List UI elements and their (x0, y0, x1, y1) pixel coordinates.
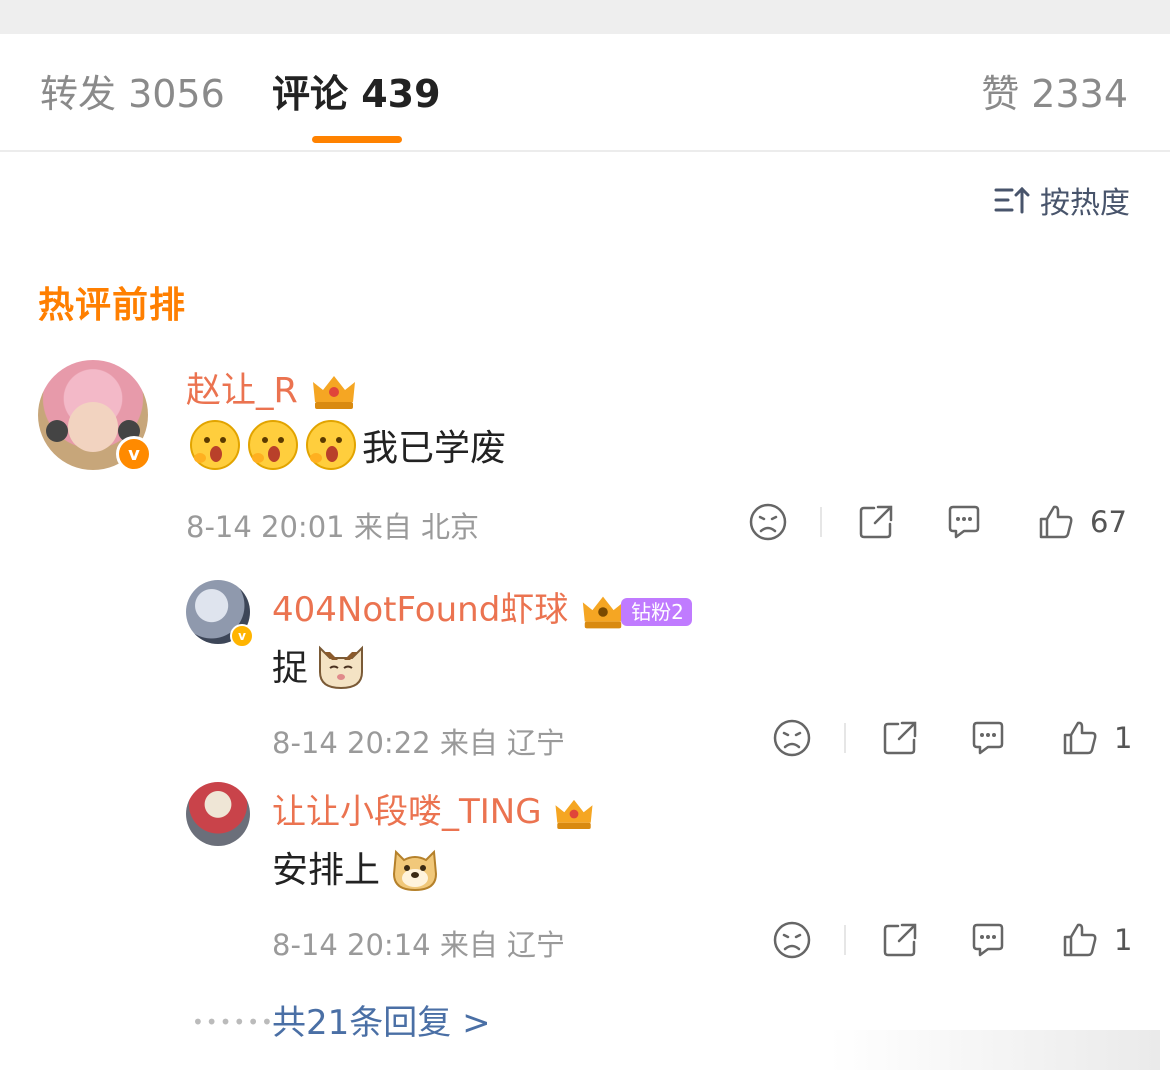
reply-text: 捉 (272, 648, 309, 689)
reply-content: 安排上 (272, 840, 446, 894)
comment-text: 我已学废 (362, 428, 507, 469)
tab-likes[interactable]: 赞 2334 (981, 70, 1128, 118)
share-icon[interactable] (880, 920, 920, 960)
crown-icon (555, 799, 593, 829)
comment-content: 我已学废 (188, 418, 506, 472)
active-tab-indicator (312, 136, 402, 143)
reply-text: 安排上 (272, 850, 381, 891)
separator (820, 507, 822, 537)
watermark (830, 1030, 1160, 1070)
reply-meta: 8-14 20:14 来自 辽宁 (272, 928, 566, 962)
sort-icon (994, 186, 1030, 214)
comment-icon[interactable] (944, 502, 984, 542)
section-title: 热评前排 (38, 285, 187, 326)
divider (0, 150, 1170, 152)
surprised-emoji-icon (306, 420, 356, 470)
surprised-emoji-icon (190, 420, 240, 470)
like-count: 67 (1090, 505, 1127, 539)
like-icon[interactable] (1060, 920, 1100, 960)
reply-author-name: 让让小段喽_TING (272, 792, 542, 832)
comment-icon[interactable] (968, 718, 1008, 758)
reply-meta: 8-14 20:22 来自 辽宁 (272, 726, 566, 760)
comment-author-name: 赵让_R (186, 371, 298, 411)
verified-badge-icon: v (116, 436, 152, 472)
top-bar (0, 0, 1170, 34)
fan-level-badge: 钻粉2 (621, 597, 692, 626)
share-icon[interactable] (880, 718, 920, 758)
reply-author[interactable]: 404NotFound虾球 钻粉2 (272, 582, 692, 632)
comment-icon[interactable] (968, 920, 1008, 960)
reply-content: 捉 (272, 638, 372, 692)
avatar[interactable] (186, 782, 250, 846)
cat-emoji-icon (319, 645, 364, 690)
reply-author[interactable]: 让让小段喽_TING (272, 784, 596, 834)
dislike-icon[interactable] (772, 920, 812, 960)
verified-badge-icon: v (230, 624, 254, 648)
comment-actions: 67 (748, 502, 1127, 542)
crown-icon (582, 596, 624, 628)
share-icon[interactable] (856, 502, 896, 542)
tab-repost[interactable]: 转发 3056 (40, 70, 225, 118)
tab-comments[interactable]: 评论 439 (272, 70, 441, 118)
reply-actions: 1 (772, 718, 1132, 758)
like-count: 1 (1114, 721, 1133, 755)
reply-actions: 1 (772, 920, 1132, 960)
sort-label: 按热度 (1040, 186, 1130, 221)
dislike-icon[interactable] (748, 502, 788, 542)
crown-icon (312, 376, 355, 409)
comment-meta: 8-14 20:01 来自 北京 (186, 510, 480, 544)
ellipsis-dots: •••••• (192, 1010, 275, 1034)
like-icon[interactable] (1060, 718, 1100, 758)
like-count: 1 (1114, 923, 1133, 957)
surprised-emoji-icon (248, 420, 298, 470)
sort-button[interactable]: 按热度 (994, 178, 1130, 222)
doge-emoji-icon (393, 849, 438, 892)
like-icon[interactable] (1036, 502, 1076, 542)
dislike-icon[interactable] (772, 718, 812, 758)
reply-author-name: 404NotFound虾球 (272, 590, 569, 630)
separator (844, 723, 846, 753)
comment-author[interactable]: 赵让_R (186, 362, 359, 413)
separator (844, 925, 846, 955)
view-more-replies-link[interactable]: 共21条回复 > (272, 995, 491, 1044)
